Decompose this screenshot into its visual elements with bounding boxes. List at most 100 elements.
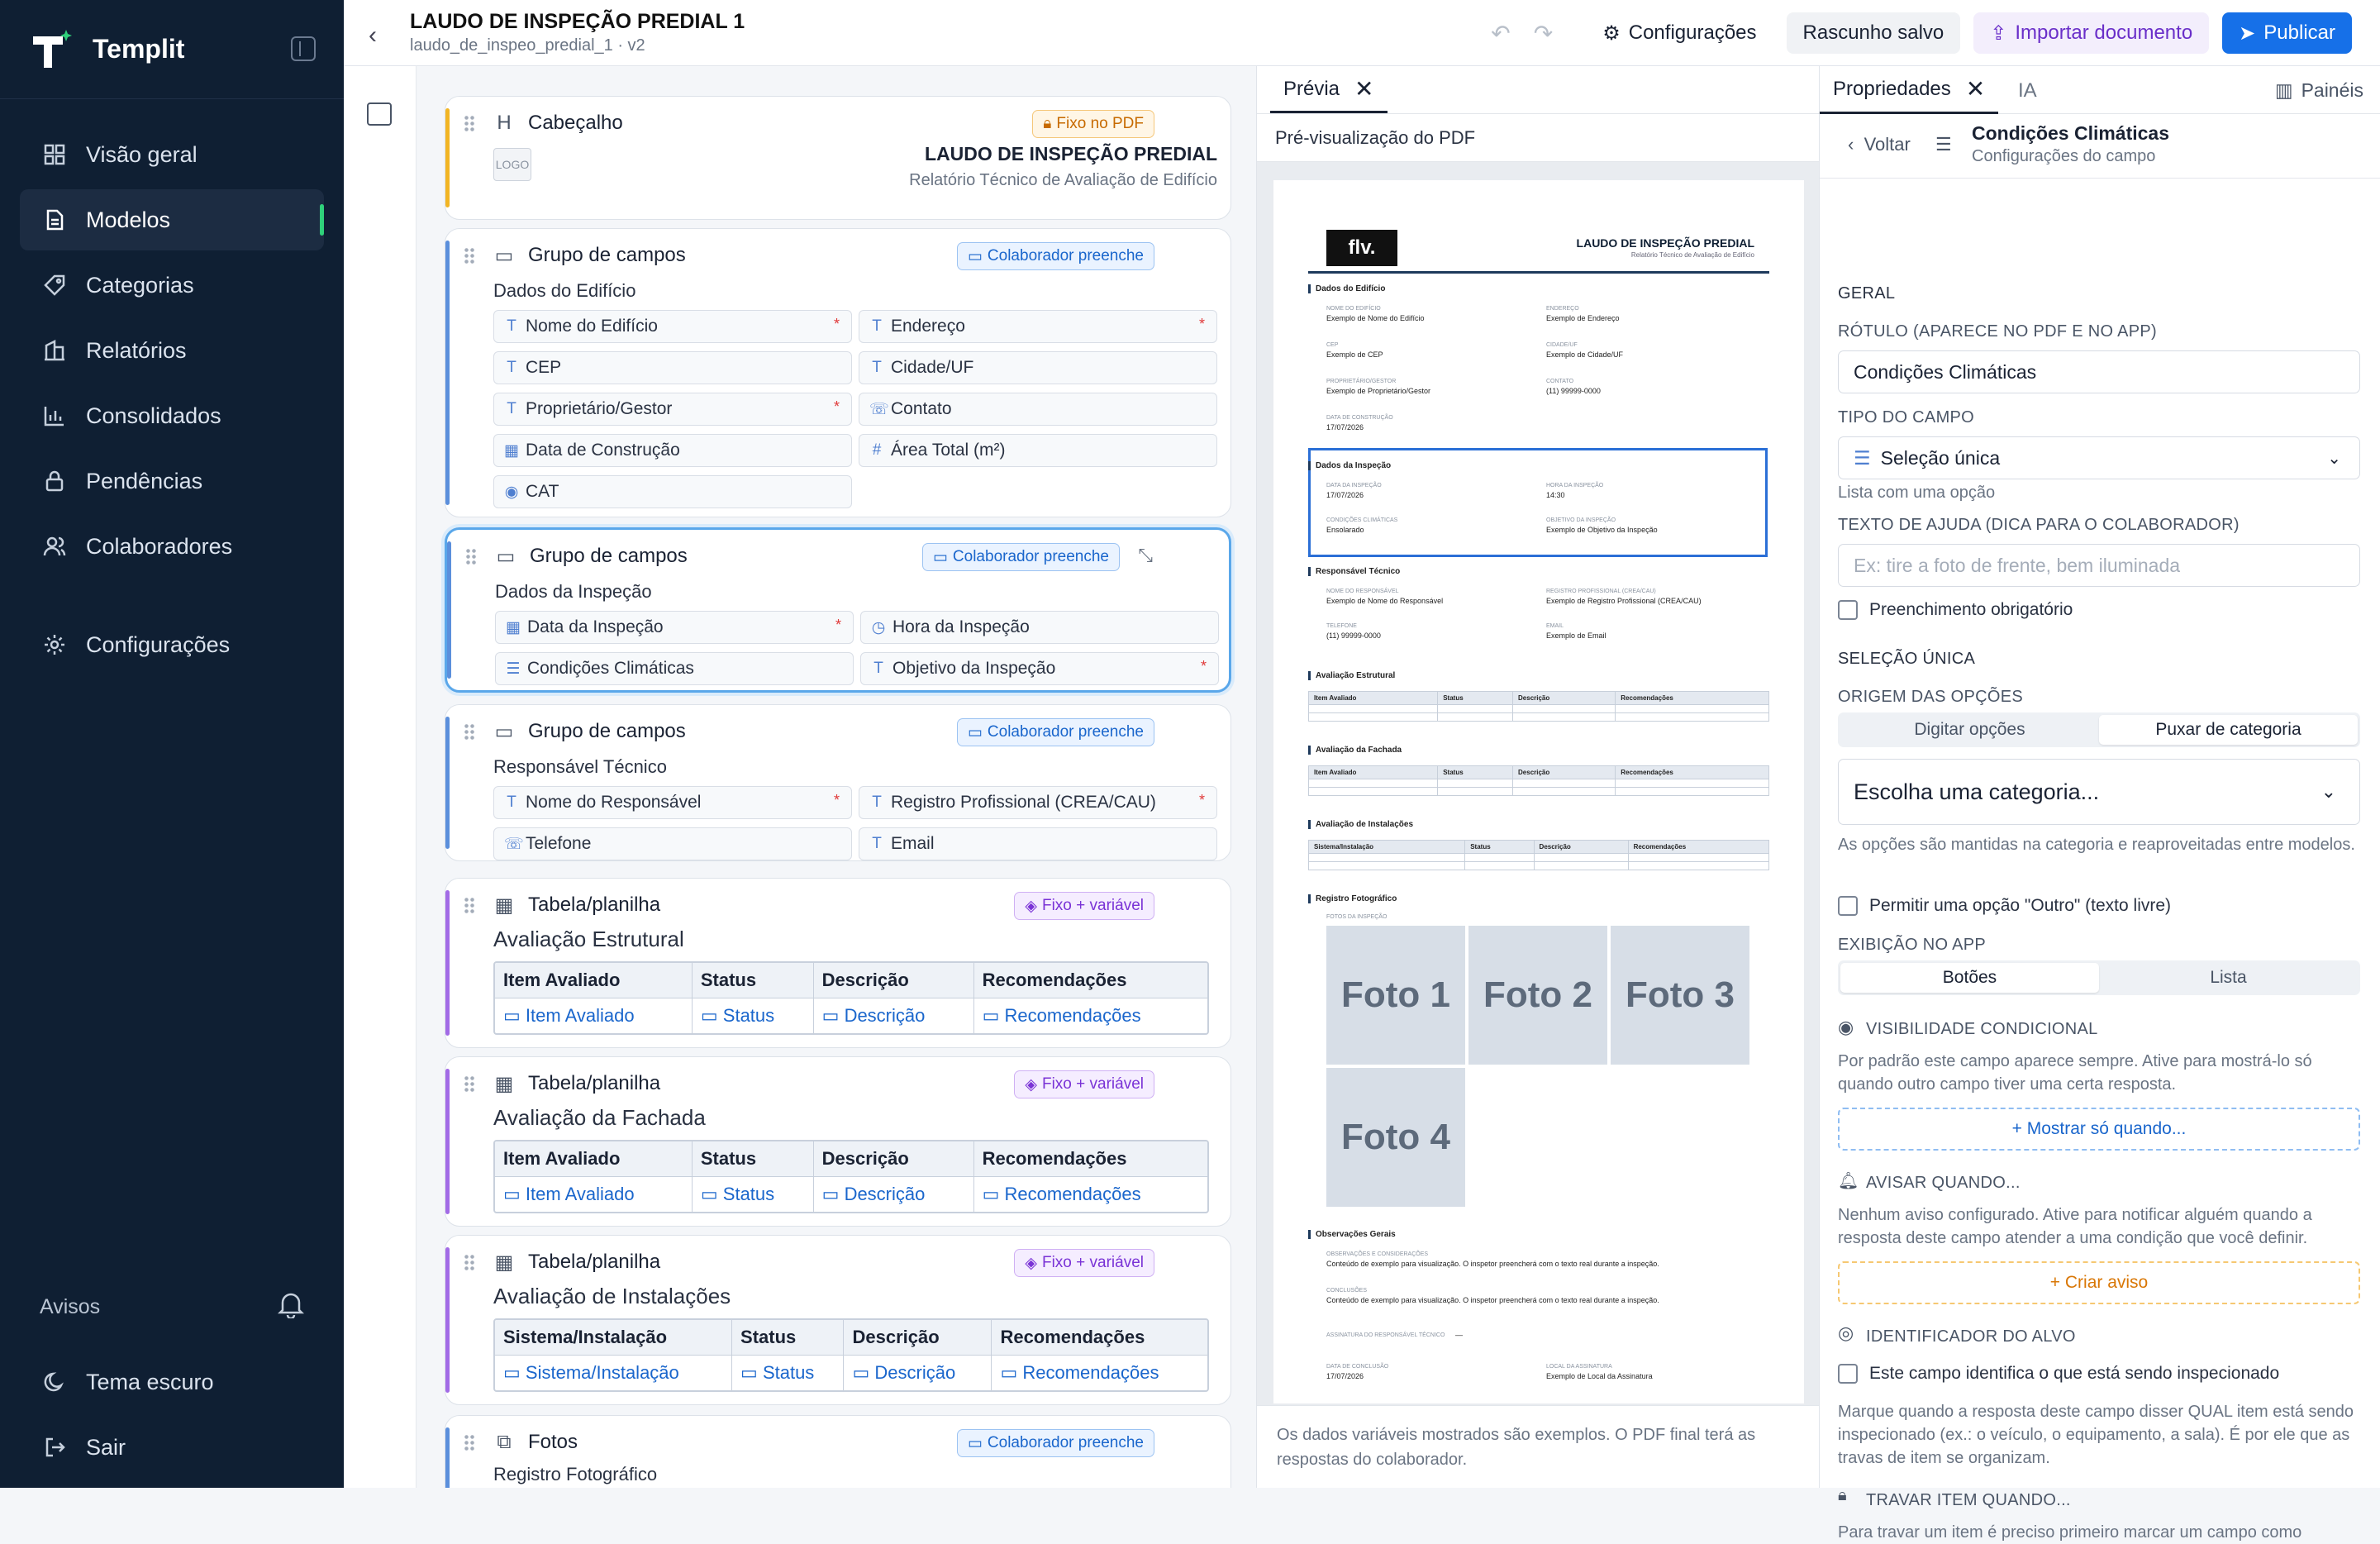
sidebar-item-visao-geral[interactable]: Visão geral xyxy=(20,124,324,185)
photos-card[interactable]: ⧉ Fotos ▭Colaborador preenche Registro F… xyxy=(445,1415,1231,1488)
draft-status-button[interactable]: Rascunho salvo xyxy=(1787,12,1961,54)
expand-panel-icon[interactable] xyxy=(367,102,392,126)
notices-row[interactable]: Avisos xyxy=(20,1274,324,1340)
checkbox[interactable] xyxy=(1838,896,1858,916)
field-chip[interactable]: TEmail xyxy=(859,827,1217,860)
field-chip[interactable]: TCEP xyxy=(493,351,852,384)
sidebar-item-pendencias[interactable]: Pendências xyxy=(20,450,324,512)
sidebar-item-categorias[interactable]: Categorias xyxy=(20,255,324,316)
table-card[interactable]: ▦Tabela/planilha◈Fixo + variávelAvaliaçã… xyxy=(445,1056,1231,1227)
table-card[interactable]: ▦Tabela/planilha◈Fixo + variávelAvaliaçã… xyxy=(445,1235,1231,1405)
table-card[interactable]: ▦Tabela/planilha◈Fixo + variávelAvaliaçã… xyxy=(445,878,1231,1048)
sidebar-item-relatorios[interactable]: Relatórios xyxy=(20,320,324,381)
category-select[interactable]: Escolha uma categoria... ⌄ xyxy=(1838,759,2360,825)
tab-preview[interactable]: Prévia ✕ xyxy=(1270,67,1388,113)
field-chip[interactable]: ☰Condições Climáticas xyxy=(495,652,854,685)
drag-handle-icon[interactable] xyxy=(465,548,477,565)
show-only-when-button[interactable]: + Mostrar só quando... xyxy=(1838,1108,2360,1151)
table-variable-cell[interactable]: ▭ Descrição xyxy=(813,998,973,1034)
sidebar-item-colaboradores[interactable]: Colaboradores xyxy=(20,516,324,577)
table-variable-cell[interactable]: ▭ Descrição xyxy=(844,1356,992,1391)
tab-ai[interactable]: IA xyxy=(2018,79,2037,102)
field-chip[interactable]: ▦Data de Construção xyxy=(493,434,852,467)
table-variable-cell[interactable]: ▭ Status xyxy=(732,1356,844,1391)
create-alert-button[interactable]: + Criar aviso xyxy=(1838,1261,2360,1304)
field-chip[interactable]: TRegistro Profissional (CREA/CAU)* xyxy=(859,786,1217,819)
badge-label: Fixo + variável xyxy=(1042,1075,1144,1094)
collapse-sidebar-icon[interactable] xyxy=(291,36,316,61)
table-icon: ▦ xyxy=(493,1072,515,1096)
back-button[interactable]: ‹ Voltar xyxy=(1848,134,1911,155)
field-group-card[interactable]: ▭Grupo de campos▭Colaborador preenche⤡Da… xyxy=(445,527,1231,693)
close-icon[interactable]: ✕ xyxy=(1966,75,1985,102)
display-buttons-option[interactable]: Botões xyxy=(1840,963,2099,993)
field-chip[interactable]: ☏Telefone xyxy=(493,827,852,860)
panels-button[interactable]: ▥ Painéis xyxy=(2275,79,2363,102)
field-chip[interactable]: TNome do Responsável* xyxy=(493,786,852,819)
collapse-icon[interactable]: ⤡ xyxy=(1138,545,1153,566)
field-chip[interactable]: TEndereço* xyxy=(859,310,1217,343)
table-header-cell: Recomendações xyxy=(973,1141,1207,1177)
table-variable-cell[interactable]: ▭ Status xyxy=(692,1177,813,1213)
publish-button[interactable]: ➤ Publicar xyxy=(2222,12,2352,54)
drag-handle-icon[interactable] xyxy=(464,723,475,740)
table-variable-cell[interactable]: ▭ Item Avaliado xyxy=(495,998,692,1034)
fixed-variable-badge: ◈Fixo + variável xyxy=(1014,892,1154,920)
field-chip[interactable]: TNome do Edifício* xyxy=(493,310,852,343)
drag-handle-icon[interactable] xyxy=(464,1075,475,1092)
field-chip[interactable]: ◉CAT xyxy=(493,475,852,508)
drag-handle-icon[interactable] xyxy=(464,247,475,264)
sidebar-item-modelos[interactable]: Modelos xyxy=(20,189,324,250)
help-text-input[interactable]: Ex: tire a foto de frente, bem iluminada xyxy=(1838,544,2360,587)
table-variable-cell[interactable]: ▭ Item Avaliado xyxy=(495,1177,692,1213)
table-variable-cell[interactable]: ▭ Sistema/Instalação xyxy=(495,1356,732,1391)
logout-button[interactable]: Sair xyxy=(20,1417,324,1478)
required-checkbox[interactable]: Preenchimento obrigatório xyxy=(1838,600,2073,620)
pdf-viewport[interactable]: flv. LAUDO DE INSPEÇÃO PREDIAL Relatório… xyxy=(1257,162,1819,1405)
drag-handle-icon[interactable] xyxy=(464,1434,475,1451)
pdf-field-label: Registro profissional (CREA/CAU) xyxy=(1546,589,1656,594)
sidebar-item-consolidados[interactable]: Consolidados xyxy=(20,385,324,446)
field-group-card[interactable]: ▭Grupo de campos▭Colaborador preencheRes… xyxy=(445,704,1231,861)
origin-type-option[interactable]: Digitar opções xyxy=(1840,715,2099,745)
back-chevron-icon[interactable]: ‹ xyxy=(369,21,377,50)
drag-handle-icon[interactable] xyxy=(464,1254,475,1270)
table-variable-cell[interactable]: ▭ Recomendações xyxy=(973,1177,1207,1213)
drag-handle-icon[interactable] xyxy=(464,897,475,913)
field-chip[interactable]: #Área Total (m²) xyxy=(859,434,1217,467)
label-input[interactable]: Condições Climáticas xyxy=(1838,350,2360,393)
redo-icon[interactable]: ↷ xyxy=(1534,20,1553,47)
bell-icon[interactable] xyxy=(278,1290,304,1324)
close-icon[interactable]: ✕ xyxy=(1354,75,1373,102)
checkbox[interactable] xyxy=(1838,600,1858,620)
import-document-button[interactable]: ⇪ Importar documento xyxy=(1973,12,2209,54)
field-chip[interactable]: TObjetivo da Inspeção* xyxy=(860,652,1219,685)
header-card[interactable]: H Cabeçalho 🔒︎Fixo no PDF LOGO LAUDO DE … xyxy=(445,96,1231,220)
table-variable-cell[interactable]: ▭ Recomendações xyxy=(973,998,1207,1034)
tab-properties[interactable]: Propriedades ✕ xyxy=(1820,66,1998,114)
drag-handle-icon[interactable] xyxy=(464,115,475,131)
sidebar-item-configuracoes[interactable]: Configurações xyxy=(20,614,324,675)
display-list-option[interactable]: Lista xyxy=(2099,963,2358,993)
field-chip[interactable]: TProprietário/Gestor* xyxy=(493,393,852,426)
required-marker: * xyxy=(835,617,841,634)
table-variable-cell[interactable]: ▭ Recomendações xyxy=(992,1356,1207,1391)
undo-icon[interactable]: ↶ xyxy=(1491,20,1510,47)
field-chip[interactable]: ◷Hora da Inspeção xyxy=(860,611,1219,644)
field-chip[interactable]: TCidade/UF xyxy=(859,351,1217,384)
field-chip[interactable]: ▦Data da Inspeção* xyxy=(495,611,854,644)
origin-category-option[interactable]: Puxar de categoria xyxy=(2099,715,2358,745)
settings-button[interactable]: ⚙ Configurações xyxy=(1586,12,1773,54)
brand[interactable]: Templit xyxy=(0,0,344,99)
pdf-obs-text: Conteúdo de exemplo para visualização. O… xyxy=(1326,1260,1659,1268)
field-group-card[interactable]: ▭Grupo de campos▭Colaborador preencheDad… xyxy=(445,228,1231,517)
table-variable-cell[interactable]: ▭ Status xyxy=(692,998,813,1034)
target-checkbox[interactable]: Este campo identifica o que está sendo i… xyxy=(1838,1364,2279,1384)
field-type-select[interactable]: ☰ Seleção única ⌄ xyxy=(1838,436,2360,479)
checkbox[interactable] xyxy=(1838,1364,1858,1384)
pdf-table-cell xyxy=(1616,705,1769,713)
allow-other-checkbox[interactable]: Permitir uma opção "Outro" (texto livre) xyxy=(1838,896,2171,916)
dark-theme-toggle[interactable]: Tema escuro xyxy=(20,1351,324,1413)
field-chip[interactable]: ☏Contato xyxy=(859,393,1217,426)
table-variable-cell[interactable]: ▭ Descrição xyxy=(813,1177,973,1213)
